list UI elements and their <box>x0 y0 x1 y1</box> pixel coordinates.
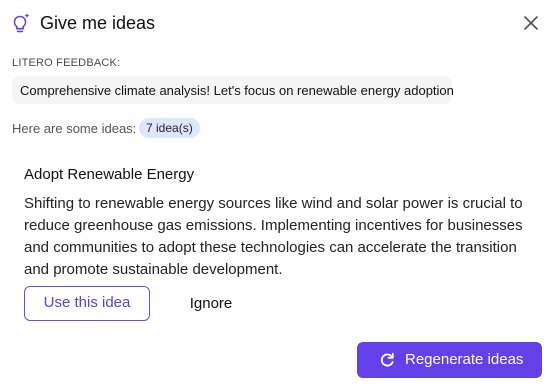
dialog-title: Give me ideas <box>40 13 156 33</box>
ignore-button[interactable]: Ignore <box>166 286 256 321</box>
ideas-count-badge: 7 idea(s) <box>139 118 200 138</box>
idea-title: Adopt Renewable Energy <box>24 166 195 183</box>
ideas-label: Here are some ideas: <box>12 121 137 136</box>
close-icon[interactable] <box>522 14 540 32</box>
lightbulb-sparkle-icon <box>13 13 30 33</box>
refresh-icon <box>380 352 394 367</box>
idea-description: Shifting to renewable energy sources lik… <box>24 195 523 278</box>
feedback-text: Comprehensive climate analysis! Let's fo… <box>20 83 454 98</box>
regenerate-ideas-button[interactable]: Regenerate ideas <box>357 342 542 378</box>
feedback-label: LITERO FEEDBACK: <box>12 57 121 69</box>
dialog-header: Give me ideas <box>0 0 554 48</box>
use-idea-button[interactable]: Use this idea <box>24 286 150 321</box>
regenerate-label: Regenerate ideas <box>405 351 524 368</box>
feedback-box: Comprehensive climate analysis! Let's fo… <box>12 76 454 104</box>
